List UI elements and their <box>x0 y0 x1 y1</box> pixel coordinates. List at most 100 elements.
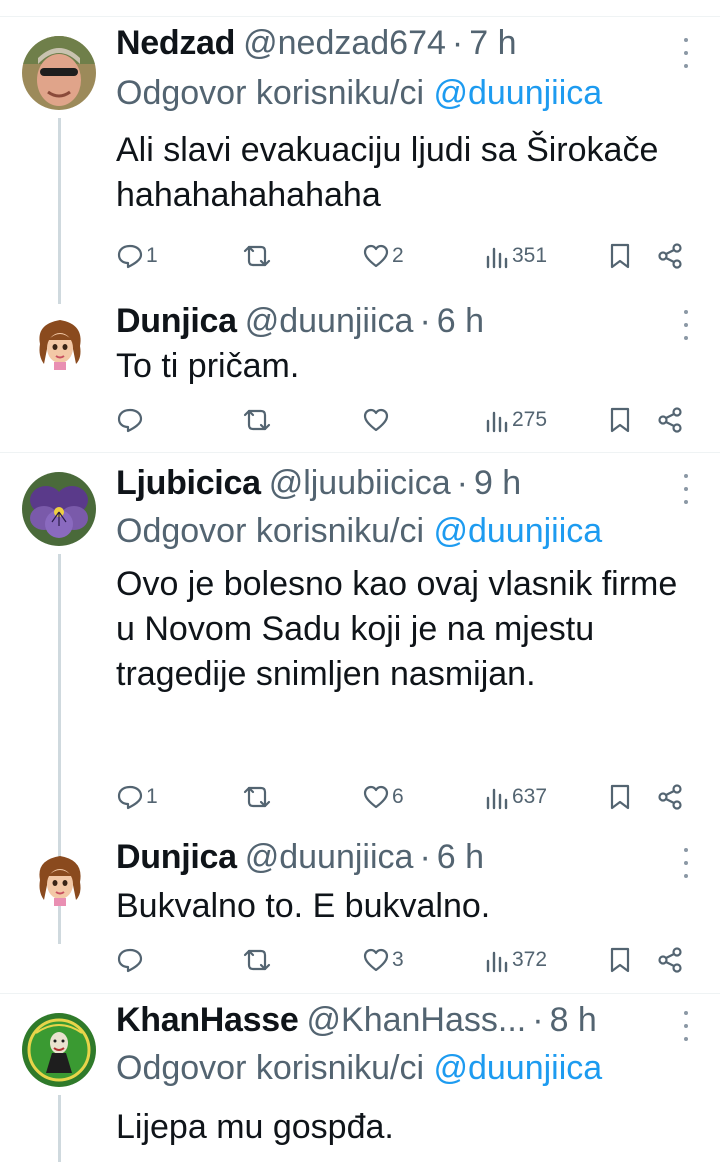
tweet-text: Lijepa mu gospđa. <box>116 1108 394 1146</box>
reply-mention-link[interactable]: @duunjiica <box>433 512 602 550</box>
avatar-khanhasse[interactable] <box>22 1013 96 1087</box>
more-options-icon[interactable] <box>678 1011 694 1041</box>
like-button[interactable]: 3 <box>362 945 404 975</box>
bookmark-button[interactable] <box>608 945 632 975</box>
timestamp[interactable]: 7 h <box>469 24 516 63</box>
share-button[interactable] <box>656 782 684 812</box>
bookmark-button[interactable] <box>608 405 632 435</box>
reply-icon <box>117 948 143 973</box>
display-name[interactable]: Dunjica <box>116 838 237 877</box>
bookmark-icon <box>610 407 630 433</box>
action-bar: 1 2 351 <box>116 241 690 271</box>
thread-divider <box>0 993 720 994</box>
action-bar: 1 6 637 <box>116 782 690 812</box>
share-icon <box>658 947 682 973</box>
reply-icon <box>117 244 143 269</box>
tweet-header: Nedzad @nedzad674 · 7 h <box>116 24 680 68</box>
share-icon <box>658 243 682 269</box>
display-name[interactable]: Nedzad <box>116 24 235 63</box>
heart-icon <box>363 948 389 972</box>
view-count: 372 <box>512 948 548 971</box>
retweet-icon <box>243 409 271 431</box>
timestamp[interactable]: 6 h <box>437 838 484 877</box>
like-button[interactable]: 6 <box>362 782 404 812</box>
retweet-button[interactable] <box>242 782 274 812</box>
user-handle[interactable]: @ljuubiicica <box>269 464 451 503</box>
bookmark-button[interactable] <box>608 782 632 812</box>
share-button[interactable] <box>656 405 684 435</box>
reply-mention-link[interactable]: @duunjiica <box>433 1049 602 1087</box>
analytics-icon <box>486 411 508 433</box>
like-count: 3 <box>392 948 404 971</box>
like-count: 2 <box>392 244 404 267</box>
share-button[interactable] <box>656 945 684 975</box>
top-divider <box>0 16 720 17</box>
tweet-text: Ali slavi evakuaciju ljudi sa Širokače h… <box>116 131 659 214</box>
timestamp[interactable]: 9 h <box>474 464 521 503</box>
display-name[interactable]: Dunjica <box>116 302 237 341</box>
bookmark-button[interactable] <box>608 241 632 271</box>
more-options-icon[interactable] <box>678 848 694 878</box>
reply-button[interactable] <box>116 945 146 975</box>
tweet-text: Bukvalno to. E bukvalno. <box>116 887 491 925</box>
reply-button[interactable] <box>116 405 146 435</box>
reply-count: 1 <box>146 244 158 267</box>
view-count: 637 <box>512 785 548 808</box>
bookmark-icon <box>610 947 630 973</box>
analytics-icon <box>486 247 508 269</box>
like-button[interactable] <box>362 405 392 435</box>
view-count: 351 <box>512 244 548 267</box>
user-handle[interactable]: @duunjiica <box>245 838 414 877</box>
separator-dot: · <box>451 24 464 62</box>
reply-prefix: Odgovor korisniku/ci <box>116 512 425 550</box>
reply-context: Odgovor korisniku/ci @duunjiica <box>116 512 602 551</box>
user-handle[interactable]: @KhanHass... <box>307 1001 527 1040</box>
tweet-header: KhanHasse @KhanHass... · 8 h <box>116 1001 680 1045</box>
like-button[interactable]: 2 <box>362 241 404 271</box>
action-bar: 275 <box>116 405 690 435</box>
display-name[interactable]: KhanHasse <box>116 1001 299 1040</box>
avatar-nedzad[interactable] <box>22 36 96 110</box>
share-icon <box>658 407 682 433</box>
views-button[interactable]: 637 <box>484 782 547 812</box>
reply-prefix: Odgovor korisniku/ci <box>116 74 425 112</box>
display-name[interactable]: Ljubicica <box>116 464 261 503</box>
retweet-icon <box>243 245 271 267</box>
heart-icon <box>363 244 389 268</box>
share-button[interactable] <box>656 241 684 271</box>
views-button[interactable]: 372 <box>484 945 547 975</box>
reply-button[interactable]: 1 <box>116 782 158 812</box>
retweet-button[interactable] <box>242 241 274 271</box>
tweet-text: Ovo je bolesno kao ovaj vlasnik firme u … <box>116 565 678 693</box>
reply-icon <box>117 408 143 433</box>
more-options-icon[interactable] <box>678 310 694 340</box>
separator-dot: · <box>419 302 431 340</box>
retweet-button[interactable] <box>242 405 274 435</box>
timestamp[interactable]: 8 h <box>550 1001 597 1040</box>
retweet-icon <box>243 949 271 971</box>
share-icon <box>658 784 682 810</box>
avatar-ljubicica[interactable] <box>22 472 96 546</box>
retweet-icon <box>243 786 271 808</box>
reply-button[interactable]: 1 <box>116 241 158 271</box>
like-count: 6 <box>392 785 404 808</box>
thread-divider <box>0 452 720 453</box>
tweet-header: Ljubicica @ljuubiicica · 9 h <box>116 464 680 508</box>
thread-line <box>58 1095 61 1162</box>
views-button[interactable]: 275 <box>484 405 547 435</box>
user-handle[interactable]: @duunjiica <box>245 302 414 341</box>
retweet-button[interactable] <box>242 945 274 975</box>
separator-dot: · <box>456 464 468 502</box>
heart-icon <box>363 408 389 432</box>
reply-mention-link[interactable]: @duunjiica <box>433 74 602 112</box>
views-button[interactable]: 351 <box>484 241 547 271</box>
timestamp[interactable]: 6 h <box>437 302 484 341</box>
analytics-icon <box>486 951 508 973</box>
more-options-icon[interactable] <box>678 474 694 504</box>
avatar-dunjica[interactable] <box>32 314 88 370</box>
avatar-dunjica[interactable] <box>32 850 88 906</box>
view-count: 275 <box>512 408 548 431</box>
more-options-icon[interactable] <box>678 38 694 68</box>
reply-count: 1 <box>146 785 158 808</box>
user-handle[interactable]: @nedzad674 <box>243 24 446 63</box>
